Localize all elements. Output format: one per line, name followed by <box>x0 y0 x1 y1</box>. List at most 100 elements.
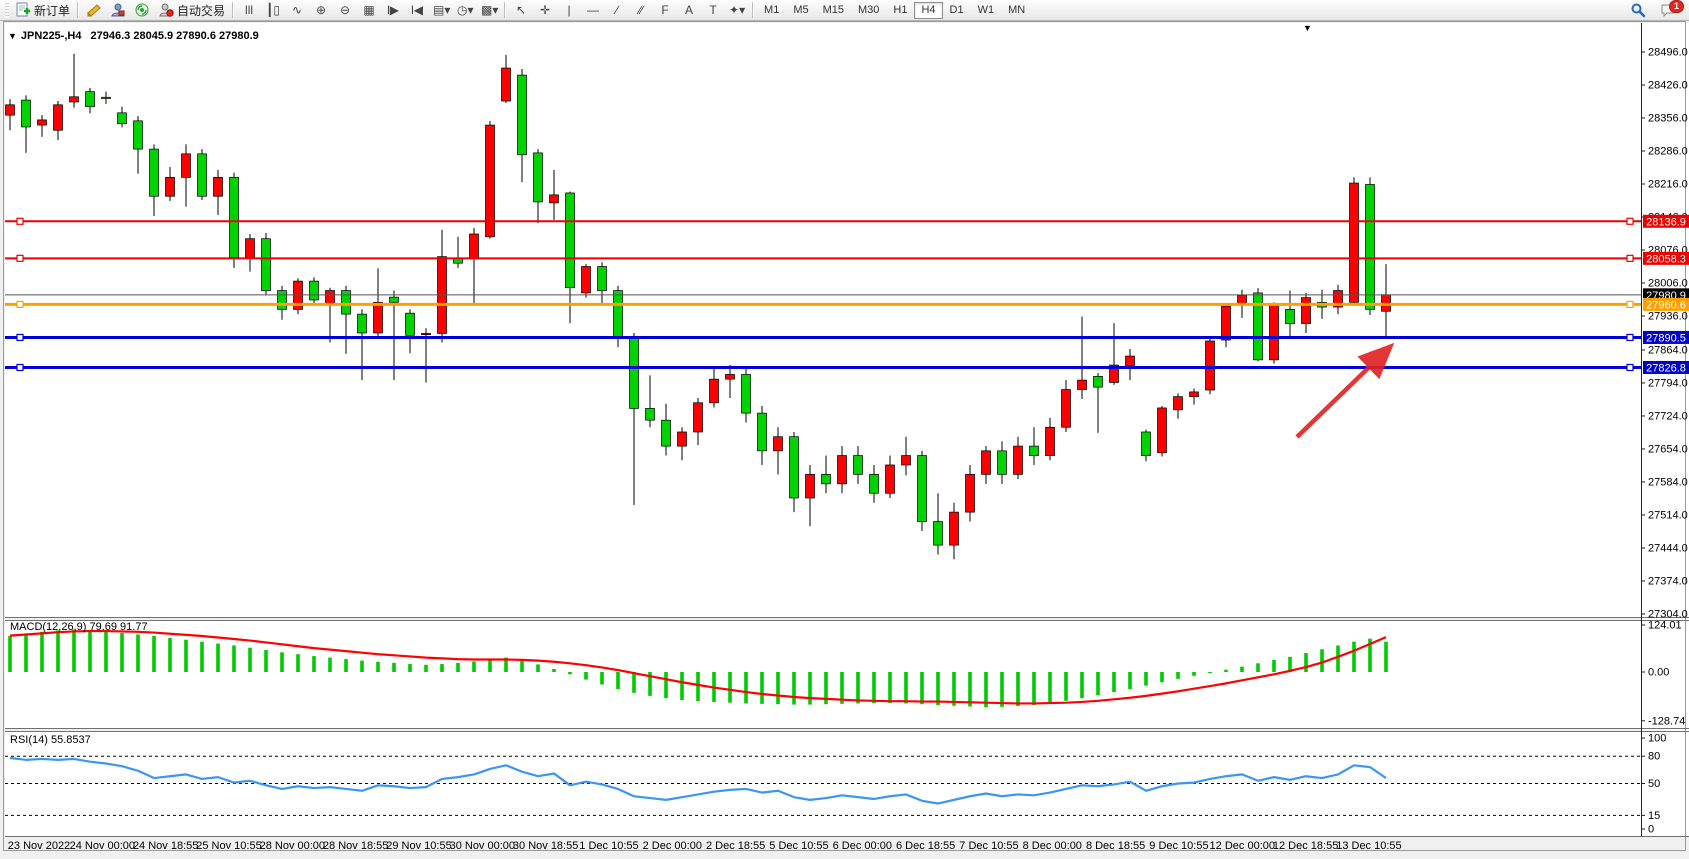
auto-scroll-icon: l▶ <box>385 2 401 18</box>
new-order-button[interactable]: 新订单 <box>11 1 74 20</box>
zoom-in-button[interactable]: ⊕ <box>309 1 333 20</box>
macd-bar <box>1336 645 1340 672</box>
zoom-out-button[interactable]: ⊖ <box>333 1 357 20</box>
timeframe-m1[interactable]: M1 <box>757 2 786 19</box>
rsi-tick-label: 100 <box>1648 733 1666 745</box>
candle-body <box>854 456 863 475</box>
hline-handle[interactable] <box>17 218 23 224</box>
text-icon: A <box>681 2 697 18</box>
macd-bar <box>952 672 956 706</box>
macd-bar <box>696 672 700 701</box>
hline-handle[interactable] <box>1627 301 1633 307</box>
macd-bar <box>120 633 124 672</box>
equidistant-channel-button[interactable]: ∕∕ <box>629 1 653 20</box>
person-book-icon <box>110 2 126 18</box>
candle-body <box>774 437 783 451</box>
hline-handle[interactable] <box>17 301 23 307</box>
templates-button[interactable]: ▩▾ <box>477 1 501 20</box>
candle-body <box>1046 427 1055 455</box>
timeframe-mn[interactable]: MN <box>1001 2 1032 19</box>
profiles-clock-button[interactable]: ◷▾ <box>453 1 477 20</box>
macd-bar <box>72 630 76 672</box>
hline-handle[interactable] <box>17 364 23 370</box>
timeframe-w1[interactable]: W1 <box>971 2 1002 19</box>
hline-handle[interactable] <box>17 255 23 261</box>
time-tick-label: 28 Nov 18:55 <box>323 840 388 852</box>
macd-bar <box>1384 642 1388 672</box>
timeframe-h1[interactable]: H1 <box>886 2 914 19</box>
macd-bar <box>936 672 940 705</box>
hline-handle[interactable] <box>17 334 23 340</box>
timeframe-m5[interactable]: M5 <box>786 2 815 19</box>
chart-shift-button[interactable]: l◀ <box>405 1 429 20</box>
new-order-icon <box>15 2 31 18</box>
tile-windows-button[interactable]: ▦ <box>357 1 381 20</box>
auto-scroll-button[interactable]: l▶ <box>381 1 405 20</box>
hline-handle[interactable] <box>1627 364 1633 370</box>
data-window-button[interactable] <box>106 1 130 20</box>
macd-tick-label: 0.00 <box>1648 667 1669 679</box>
new-order-label: 新订单 <box>34 2 70 19</box>
arrows-button[interactable]: ✦▾ <box>725 1 749 20</box>
macd-bar <box>232 645 236 672</box>
candle-body <box>550 195 559 203</box>
chart-line-button[interactable]: ∿ <box>285 1 309 20</box>
candle-body <box>342 291 351 315</box>
hline-handle[interactable] <box>1627 255 1633 261</box>
macd-bar <box>680 672 684 700</box>
candle-body <box>374 302 383 333</box>
candle-body <box>182 154 191 178</box>
time-tick-label: 8 Dec 00:00 <box>1023 840 1082 852</box>
time-tick-label: 1 Dec 10:55 <box>579 840 638 852</box>
timeframe-h4[interactable]: H4 <box>914 2 942 19</box>
timeframe-d1[interactable]: D1 <box>943 2 971 19</box>
vertical-line-button[interactable]: | <box>557 1 581 20</box>
toolbar-right-group: 1 <box>1626 1 1686 20</box>
chart-candles-button[interactable]: ┃▯ <box>261 1 285 20</box>
chart-bars-button[interactable]: lll <box>237 1 261 20</box>
mt4-window: 新订单 <box>0 0 1689 859</box>
macd-panel[interactable] <box>5 620 1641 728</box>
trendline-button[interactable]: ∕ <box>605 1 629 20</box>
chart-canvas[interactable]: 28496.028426.028356.028286.028216.028146… <box>0 0 1689 859</box>
notifications-button[interactable]: 1 <box>1656 1 1680 20</box>
cursor-button[interactable]: ↖ <box>509 1 533 20</box>
macd-bar <box>920 672 924 704</box>
hline-handle[interactable] <box>1627 334 1633 340</box>
chart-bars-icon: lll <box>241 2 257 18</box>
price-badge-label: 28136.9 <box>1646 216 1686 228</box>
macd-bar <box>216 644 220 672</box>
macd-bar <box>8 636 12 672</box>
macd-bar <box>1160 672 1164 682</box>
candle-body <box>1030 446 1039 455</box>
macd-bar <box>1080 672 1084 698</box>
macd-bar <box>248 648 252 672</box>
candle-body <box>886 465 895 493</box>
macd-bar <box>728 672 732 703</box>
crosshair-button[interactable]: ✛ <box>533 1 557 20</box>
time-tick-label: 12 Dec 18:55 <box>1273 840 1338 852</box>
text-label-button[interactable]: T <box>701 1 725 20</box>
main-panel[interactable] <box>5 23 1641 617</box>
text-button[interactable]: A <box>677 1 701 20</box>
hline-handle[interactable] <box>1627 218 1633 224</box>
candle-body <box>406 313 415 335</box>
candle-body <box>534 153 543 202</box>
new-chart-button[interactable]: ▤▾ <box>429 1 453 20</box>
macd-bar <box>280 652 284 672</box>
toolbar-separator <box>77 2 79 18</box>
search-button[interactable] <box>1626 1 1650 20</box>
auto-trading-button[interactable]: 自动交易 <box>154 1 229 20</box>
fibonacci-button[interactable]: F <box>653 1 677 20</box>
macd-bar <box>56 630 60 672</box>
timeframe-m15[interactable]: M15 <box>816 2 851 19</box>
strategy-tester-button[interactable] <box>130 1 154 20</box>
candle-body <box>806 474 815 498</box>
candle-body <box>1302 298 1311 324</box>
market-watch-button[interactable] <box>82 1 106 20</box>
horizontal-line-button[interactable]: — <box>581 1 605 20</box>
macd-bar <box>520 661 524 672</box>
timeframe-m30[interactable]: M30 <box>851 2 886 19</box>
price-tick-label: 27724.0 <box>1648 410 1688 422</box>
chart-candles-icon: ┃▯ <box>265 2 281 18</box>
